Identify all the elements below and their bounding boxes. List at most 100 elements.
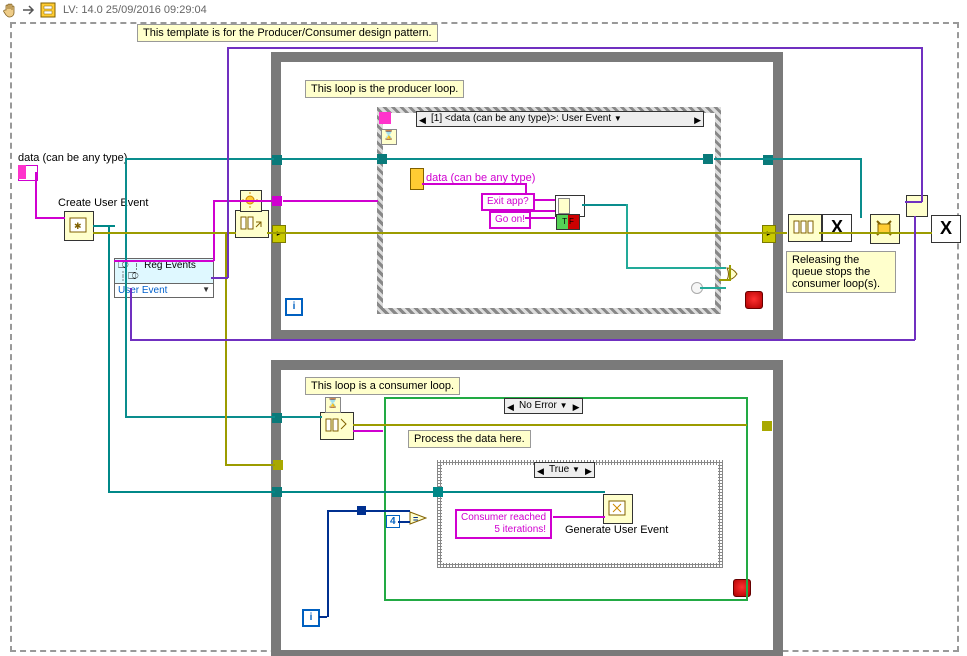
wire (921, 47, 923, 202)
wire (525, 217, 555, 219)
go-on-label: Go on! (489, 211, 531, 229)
create-user-event-node[interactable]: ✱ (64, 211, 94, 241)
unreg-events-node[interactable] (906, 195, 928, 217)
tunnel (272, 155, 282, 165)
wire (353, 424, 747, 426)
reg-events-title: ⎄ ┆ Reg Events ┆⎄ (118, 260, 196, 282)
wire (108, 491, 275, 493)
wire (387, 158, 704, 160)
wire (700, 287, 726, 289)
wire (227, 47, 922, 49)
event-timeout-terminal: ⌛ (381, 129, 397, 145)
tunnel (762, 421, 772, 431)
wire (130, 288, 132, 340)
tf-indicator: T F (556, 214, 580, 230)
wire (353, 430, 383, 432)
wire (282, 158, 379, 160)
wire (719, 279, 731, 281)
wire (773, 158, 861, 160)
tunnel (357, 506, 366, 515)
consumer-msg: Consumer reached 5 iterations! (455, 509, 552, 539)
wire (582, 204, 627, 206)
wire (422, 183, 526, 185)
wire (327, 510, 329, 617)
wire (35, 172, 37, 218)
process-note: Process the data here. (408, 430, 531, 448)
wire (35, 217, 65, 219)
vi-icon[interactable] (40, 2, 56, 18)
event-case-selector[interactable]: [1] <data (can be any type)>: User Event… (416, 111, 704, 127)
producer-stop[interactable] (745, 291, 763, 309)
wire (714, 158, 773, 160)
wire (125, 158, 127, 416)
version-stamp: LV: 14.0 25/09/2016 09:29:04 (63, 4, 207, 16)
template-note: This template is for the Producer/Consum… (137, 24, 438, 42)
wire (213, 200, 274, 202)
wire (914, 216, 916, 340)
wire (125, 158, 274, 160)
tunnel (703, 154, 713, 164)
wire (282, 491, 441, 493)
svg-text:=: = (413, 514, 418, 524)
wire (443, 491, 605, 493)
wire (319, 616, 327, 618)
block-diagram: LV: 14.0 25/09/2016 09:29:04 This templa… (0, 0, 967, 656)
queue-icon (792, 217, 816, 237)
wire (327, 510, 410, 512)
no-error-selector[interactable]: No Error ▼ (504, 398, 583, 414)
gen-event-label: Generate User Event (565, 524, 668, 536)
wire (626, 204, 628, 268)
wire (283, 200, 378, 202)
wire (267, 232, 787, 234)
wire (114, 260, 214, 262)
queue-icon (239, 213, 263, 233)
destroy-x-1[interactable]: X (822, 214, 852, 242)
wire (533, 199, 555, 201)
no-error-case-label: No Error (519, 400, 557, 411)
shift-register-left: ▸ (272, 225, 286, 243)
wire (213, 200, 215, 261)
producer-i: i (285, 298, 303, 316)
wire (626, 267, 726, 269)
arrow-icon[interactable] (21, 2, 37, 18)
producer-note: This loop is the producer loop. (305, 80, 464, 98)
wire (93, 232, 236, 234)
tunnel (272, 413, 282, 423)
toolbar: LV: 14.0 25/09/2016 09:29:04 (2, 2, 207, 18)
equal-icon: = (409, 511, 427, 526)
dequeue-timeout: ⌛ (325, 397, 341, 413)
svg-text:✱: ✱ (74, 221, 82, 231)
wire (108, 225, 110, 491)
wire (130, 339, 915, 341)
generate-user-event-node[interactable] (603, 494, 633, 524)
data-type-label: data (can be any type) (18, 152, 127, 164)
tunnel (763, 155, 773, 165)
wire (225, 464, 275, 466)
wire (93, 225, 115, 227)
hand-tool-icon[interactable] (2, 2, 18, 18)
wire (553, 516, 605, 518)
wire (860, 158, 862, 218)
wire (125, 416, 275, 418)
wire (398, 521, 410, 523)
exit-app-label: Exit app? (481, 193, 535, 211)
consumer-i: i (302, 609, 320, 627)
event-data-node (410, 168, 424, 190)
consumer-note: This loop is a consumer loop. (305, 377, 460, 395)
true-selector[interactable]: True ▼ (534, 462, 595, 478)
data-constant-handle (18, 165, 26, 179)
destroy-x-2[interactable]: X (931, 215, 961, 243)
dynamic-event-terminal (379, 112, 391, 124)
destroy-event-node[interactable] (870, 214, 900, 244)
shift-register-right: ▸ (762, 225, 776, 243)
create-event-label: Create User Event (58, 197, 148, 209)
queue-out-icon (324, 415, 348, 435)
wire (211, 277, 228, 279)
wire (282, 416, 322, 418)
tunnel (433, 487, 443, 497)
wire (729, 265, 731, 280)
true-case-label: True (549, 464, 569, 475)
register-events-node[interactable]: ⎄ ┆ Reg Events ┆⎄ User Event (114, 258, 214, 298)
release-note: Releasing the queue stops the consumer l… (786, 251, 896, 293)
wire (227, 47, 229, 278)
